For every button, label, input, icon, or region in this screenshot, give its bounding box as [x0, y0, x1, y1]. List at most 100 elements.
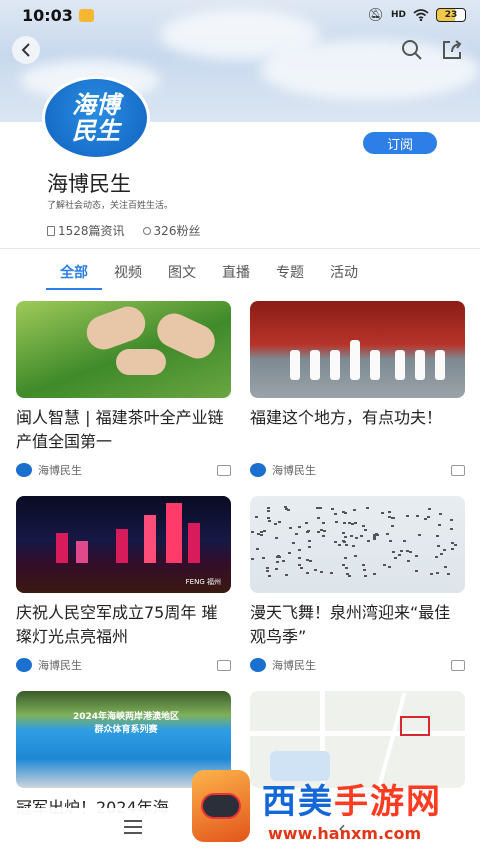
tab-events[interactable]: 活动 [330, 262, 358, 282]
bird-speck [392, 551, 395, 553]
bird-speck [398, 554, 401, 556]
bird-speck [416, 515, 419, 517]
watermark-title: 西美手游网 [262, 774, 442, 823]
bird-speck [406, 550, 409, 552]
bird-speck [308, 546, 311, 548]
bird-speck [428, 508, 431, 510]
bird-speck [450, 519, 453, 521]
bird-speck [298, 549, 301, 551]
bird-speck [285, 574, 288, 576]
bird-speck [330, 572, 333, 574]
search-icon [402, 40, 422, 60]
tab-image-text[interactable]: 图文 [168, 262, 196, 282]
bird-speck [322, 535, 325, 537]
bird-speck [282, 560, 285, 562]
bird-speck [451, 542, 454, 544]
bird-speck [450, 528, 453, 530]
bird-speck [277, 555, 280, 557]
article-card[interactable]: FENG 福州 庆祝人民空军成立75周年 璀璨灯光点亮福州 海博民生 [16, 496, 231, 673]
bird-speck [268, 520, 271, 522]
article-card[interactable]: 福建这个地方，有点功夫！ 海博民生 [250, 301, 465, 478]
status-time: 10:03 [22, 5, 73, 25]
bird-speck [251, 531, 254, 533]
tab-topics[interactable]: 专题 [276, 262, 304, 282]
search-button[interactable] [398, 36, 426, 64]
bird-speck [375, 533, 378, 535]
bird-speck [362, 564, 365, 566]
article-card[interactable]: 闽人智慧 | 福建茶叶全产业链产值全国第一 海博民生 [16, 301, 231, 478]
bird-speck [262, 557, 265, 559]
bird-speck [400, 550, 403, 552]
share-button[interactable] [438, 36, 466, 64]
avatar-text: 海博 [72, 91, 120, 119]
source-logo-icon [250, 658, 266, 672]
divider [0, 248, 480, 249]
bird-speck [319, 507, 322, 509]
tab-live[interactable]: 直播 [222, 262, 250, 282]
bird-speck [351, 523, 354, 525]
bird-speck [342, 564, 345, 566]
follower-count: 326粉丝 [142, 222, 200, 239]
bird-speck [430, 573, 433, 575]
subscribe-button[interactable]: 订阅 [363, 132, 437, 154]
comment-icon[interactable] [217, 659, 231, 671]
bird-speck [454, 544, 457, 546]
article-card[interactable]: 漫天飞舞！泉州湾迎来“最佳观鸟季” 海博民生 [250, 496, 465, 673]
article-thumbnail [16, 301, 231, 398]
bird-speck [386, 533, 389, 535]
bird-speck [276, 561, 279, 563]
bird-speck [354, 522, 357, 524]
bird-speck [394, 557, 397, 559]
bird-speck [440, 553, 443, 555]
bird-speck [391, 525, 394, 527]
bird-speck [309, 560, 312, 562]
bird-speck [331, 508, 334, 510]
bird-speck [355, 537, 358, 539]
article-meta: 海博民生 [16, 462, 231, 478]
article-meta: 海博民生 [250, 462, 465, 478]
bird-speck [298, 564, 301, 566]
bird-speck [317, 531, 320, 533]
article-source: 海博民生 [38, 659, 82, 672]
bird-speck [389, 540, 392, 542]
bird-speck [260, 531, 263, 533]
article-title: 庆祝人民空军成立75周年 璀璨灯光点亮福州 [16, 603, 218, 646]
status-bar: 10:03 🔕︎ HD 23 [0, 0, 480, 30]
bird-speck [257, 533, 260, 535]
comment-icon[interactable] [217, 464, 231, 476]
article-title: 漫天飞舞！泉州湾迎来“最佳观鸟季” [250, 603, 451, 646]
bird-speck [267, 507, 270, 509]
comment-icon[interactable] [451, 464, 465, 476]
bird-speck [266, 570, 269, 572]
bird-speck [436, 535, 439, 537]
bird-speck [342, 540, 345, 542]
article-thumbnail [250, 496, 465, 593]
notification-icon [78, 8, 94, 22]
bird-speck [381, 512, 384, 514]
menu-icon[interactable] [124, 820, 142, 834]
article-source: 海博民生 [272, 659, 316, 672]
bird-speck [267, 510, 270, 512]
mute-icon: 🔕︎ [367, 7, 384, 23]
tab-video[interactable]: 视频 [114, 262, 142, 282]
channel-avatar: 海博 民生 [42, 76, 150, 160]
channel-name: 海博民生 [47, 172, 131, 196]
tab-all[interactable]: 全部 [46, 262, 102, 290]
bird-speck [424, 518, 427, 520]
bird-speck [451, 548, 454, 550]
bird-speck [443, 549, 446, 551]
gamepad-logo-icon [192, 770, 250, 842]
bird-speck [403, 540, 406, 542]
article-source: 海博民生 [38, 464, 82, 477]
bird-speck [335, 521, 338, 523]
bird-speck [342, 532, 345, 534]
bird-speck [256, 548, 259, 550]
bird-speck [388, 566, 391, 568]
back-button[interactable] [12, 36, 40, 64]
bird-speck [292, 542, 295, 544]
document-icon [47, 226, 55, 236]
bird-speck [322, 522, 325, 524]
bird-speck [314, 569, 317, 571]
comment-icon[interactable] [451, 659, 465, 671]
bird-speck [308, 540, 311, 542]
